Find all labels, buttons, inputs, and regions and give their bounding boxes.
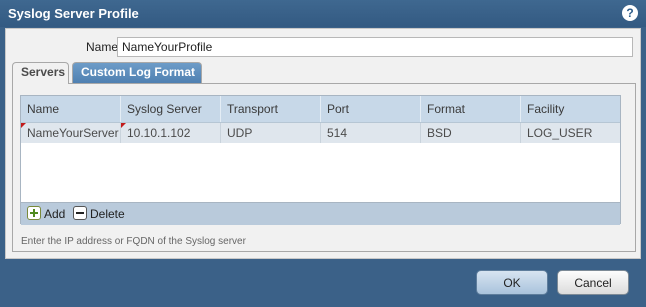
servers-table: Name Syslog Server Transport Port Format… — [20, 95, 621, 225]
help-icon[interactable]: ? — [622, 5, 638, 21]
column-header-format[interactable]: Format — [421, 96, 521, 122]
add-icon — [27, 206, 41, 220]
delete-label: Delete — [90, 207, 125, 221]
cancel-button[interactable]: Cancel — [557, 270, 629, 295]
column-header-syslog-server[interactable]: Syslog Server — [121, 96, 221, 122]
ok-button[interactable]: OK — [476, 270, 548, 295]
edited-marker-icon — [121, 123, 126, 128]
cell-format[interactable]: BSD — [421, 123, 521, 143]
column-header-port[interactable]: Port — [321, 96, 421, 122]
title-bar: Syslog Server Profile ? — [0, 0, 646, 27]
cell-syslog-server-text: 10.10.1.102 — [127, 126, 191, 140]
name-input[interactable] — [117, 37, 633, 57]
table-header: Name Syslog Server Transport Port Format… — [21, 96, 620, 123]
window-title: Syslog Server Profile — [8, 6, 139, 21]
cell-port[interactable]: 514 — [321, 123, 421, 143]
tab-servers[interactable]: Servers — [12, 62, 69, 84]
table-toolbar: Add Delete — [21, 202, 620, 225]
delete-icon — [73, 206, 87, 220]
edited-marker-icon — [21, 123, 26, 128]
name-label: Name — [86, 40, 119, 54]
cell-facility[interactable]: LOG_USER — [521, 123, 620, 143]
column-header-transport[interactable]: Transport — [221, 96, 321, 122]
delete-button[interactable]: Delete — [73, 206, 125, 222]
hint-text: Enter the IP address or FQDN of the Sysl… — [21, 236, 246, 247]
tab-custom-log-format[interactable]: Custom Log Format — [72, 62, 202, 83]
add-label: Add — [44, 207, 66, 221]
column-header-name[interactable]: Name — [21, 96, 121, 122]
cell-name-text: NameYourServer — [27, 126, 119, 140]
add-button[interactable]: Add — [27, 206, 65, 222]
column-header-facility[interactable]: Facility — [521, 96, 620, 122]
servers-panel: Name Syslog Server Transport Port Format… — [12, 83, 636, 252]
cell-transport[interactable]: UDP — [221, 123, 321, 143]
cell-syslog-server[interactable]: 10.10.1.102 — [121, 123, 221, 143]
cell-name[interactable]: NameYourServer — [21, 123, 121, 143]
dialog-body: Name Servers Custom Log Format Name Sysl… — [5, 28, 641, 259]
table-row[interactable]: NameYourServer 10.10.1.102 UDP 514 BSD L… — [21, 123, 620, 143]
